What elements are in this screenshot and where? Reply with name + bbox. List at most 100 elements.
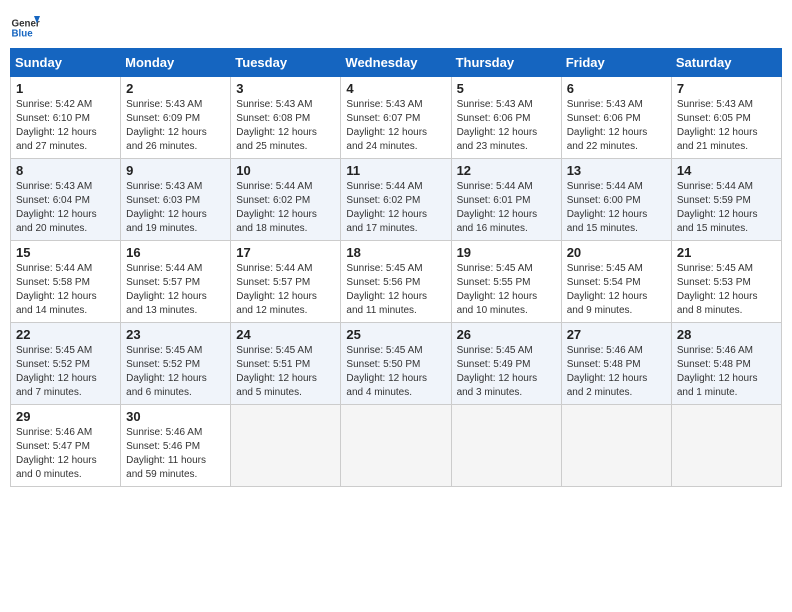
calendar-cell: 28 Sunrise: 5:46 AM Sunset: 5:48 PM Dayli… (671, 323, 781, 405)
calendar-cell (341, 405, 451, 487)
cell-info: Sunrise: 5:46 AM Sunset: 5:48 PM Dayligh… (677, 344, 776, 400)
cell-info: Sunrise: 5:44 AM Sunset: 5:57 PM Dayligh… (236, 262, 335, 318)
cell-info: Sunrise: 5:42 AM Sunset: 6:10 PM Dayligh… (16, 98, 115, 154)
cell-info: Sunrise: 5:44 AM Sunset: 6:02 PM Dayligh… (346, 180, 445, 236)
calendar-cell (561, 405, 671, 487)
day-number: 27 (567, 327, 666, 342)
week-row-5: 29 Sunrise: 5:46 AM Sunset: 5:47 PM Dayli… (11, 405, 782, 487)
cell-info: Sunrise: 5:46 AM Sunset: 5:47 PM Dayligh… (16, 426, 115, 482)
cell-info: Sunrise: 5:45 AM Sunset: 5:50 PM Dayligh… (346, 344, 445, 400)
calendar-cell: 9 Sunrise: 5:43 AM Sunset: 6:03 PM Daylig… (121, 159, 231, 241)
col-header-saturday: Saturday (671, 49, 781, 77)
col-header-thursday: Thursday (451, 49, 561, 77)
column-headers: SundayMondayTuesdayWednesdayThursdayFrid… (11, 49, 782, 77)
cell-info: Sunrise: 5:43 AM Sunset: 6:04 PM Dayligh… (16, 180, 115, 236)
day-number: 9 (126, 163, 225, 178)
week-row-3: 15 Sunrise: 5:44 AM Sunset: 5:58 PM Dayli… (11, 241, 782, 323)
calendar-cell: 10 Sunrise: 5:44 AM Sunset: 6:02 PM Dayli… (231, 159, 341, 241)
calendar-cell: 17 Sunrise: 5:44 AM Sunset: 5:57 PM Dayli… (231, 241, 341, 323)
calendar-cell: 30 Sunrise: 5:46 AM Sunset: 5:46 PM Dayli… (121, 405, 231, 487)
svg-text:Blue: Blue (12, 28, 34, 39)
cell-info: Sunrise: 5:43 AM Sunset: 6:09 PM Dayligh… (126, 98, 225, 154)
cell-info: Sunrise: 5:44 AM Sunset: 6:01 PM Dayligh… (457, 180, 556, 236)
calendar-cell: 7Sunrise: 5:43 AM Sunset: 6:05 PM Daylig… (671, 77, 781, 159)
calendar-cell: 22Sunrise: 5:45 AM Sunset: 5:52 PM Dayli… (11, 323, 121, 405)
cell-info: Sunrise: 5:43 AM Sunset: 6:05 PM Dayligh… (677, 98, 776, 154)
day-number: 10 (236, 163, 335, 178)
cell-info: Sunrise: 5:44 AM Sunset: 5:59 PM Dayligh… (677, 180, 776, 236)
calendar-cell: 5 Sunrise: 5:43 AM Sunset: 6:06 PM Daylig… (451, 77, 561, 159)
cell-info: Sunrise: 5:45 AM Sunset: 5:52 PM Dayligh… (126, 344, 225, 400)
cell-info: Sunrise: 5:45 AM Sunset: 5:49 PM Dayligh… (457, 344, 556, 400)
calendar-cell: 20 Sunrise: 5:45 AM Sunset: 5:54 PM Dayli… (561, 241, 671, 323)
calendar-cell: 4Sunrise: 5:43 AM Sunset: 6:07 PM Daylig… (341, 77, 451, 159)
calendar-cell: 6 Sunrise: 5:43 AM Sunset: 6:06 PM Daylig… (561, 77, 671, 159)
calendar-cell: 24 Sunrise: 5:45 AM Sunset: 5:51 PM Dayli… (231, 323, 341, 405)
cell-info: Sunrise: 5:44 AM Sunset: 6:02 PM Dayligh… (236, 180, 335, 236)
day-number: 3 (236, 81, 335, 96)
day-number: 19 (457, 245, 556, 260)
day-number: 15 (16, 245, 115, 260)
calendar-cell: 15 Sunrise: 5:44 AM Sunset: 5:58 PM Dayli… (11, 241, 121, 323)
col-header-monday: Monday (121, 49, 231, 77)
calendar-cell: 29 Sunrise: 5:46 AM Sunset: 5:47 PM Dayli… (11, 405, 121, 487)
day-number: 2 (126, 81, 225, 96)
calendar-cell (671, 405, 781, 487)
day-number: 28 (677, 327, 776, 342)
day-number: 1 (16, 81, 115, 96)
day-number: 24 (236, 327, 335, 342)
cell-info: Sunrise: 5:45 AM Sunset: 5:54 PM Dayligh… (567, 262, 666, 318)
day-number: 5 (457, 81, 556, 96)
day-number: 14 (677, 163, 776, 178)
calendar-cell: 18Sunrise: 5:45 AM Sunset: 5:56 PM Dayli… (341, 241, 451, 323)
calendar-cell: 14 Sunrise: 5:44 AM Sunset: 5:59 PM Dayli… (671, 159, 781, 241)
day-number: 6 (567, 81, 666, 96)
calendar-cell: 8 Sunrise: 5:43 AM Sunset: 6:04 PM Daylig… (11, 159, 121, 241)
calendar-cell: 2 Sunrise: 5:43 AM Sunset: 6:09 PM Daylig… (121, 77, 231, 159)
cell-info: Sunrise: 5:45 AM Sunset: 5:51 PM Dayligh… (236, 344, 335, 400)
cell-info: Sunrise: 5:43 AM Sunset: 6:03 PM Dayligh… (126, 180, 225, 236)
calendar-cell (231, 405, 341, 487)
header: General Blue (10, 10, 782, 40)
calendar-table: SundayMondayTuesdayWednesdayThursdayFrid… (10, 48, 782, 487)
day-number: 16 (126, 245, 225, 260)
day-number: 8 (16, 163, 115, 178)
col-header-sunday: Sunday (11, 49, 121, 77)
calendar-cell: 19 Sunrise: 5:45 AM Sunset: 5:55 PM Dayli… (451, 241, 561, 323)
cell-info: Sunrise: 5:43 AM Sunset: 6:08 PM Dayligh… (236, 98, 335, 154)
day-number: 17 (236, 245, 335, 260)
day-number: 18 (346, 245, 445, 260)
calendar-cell: 26Sunrise: 5:45 AM Sunset: 5:49 PM Dayli… (451, 323, 561, 405)
cell-info: Sunrise: 5:44 AM Sunset: 5:57 PM Dayligh… (126, 262, 225, 318)
week-row-1: 1 Sunrise: 5:42 AM Sunset: 6:10 PM Daylig… (11, 77, 782, 159)
cell-info: Sunrise: 5:45 AM Sunset: 5:55 PM Dayligh… (457, 262, 556, 318)
calendar-cell: 21 Sunrise: 5:45 AM Sunset: 5:53 PM Dayli… (671, 241, 781, 323)
day-number: 29 (16, 409, 115, 424)
calendar-cell: 13 Sunrise: 5:44 AM Sunset: 6:00 PM Dayli… (561, 159, 671, 241)
calendar-cell: 25 Sunrise: 5:45 AM Sunset: 5:50 PM Dayli… (341, 323, 451, 405)
day-number: 30 (126, 409, 225, 424)
calendar-cell: 3 Sunrise: 5:43 AM Sunset: 6:08 PM Daylig… (231, 77, 341, 159)
cell-info: Sunrise: 5:45 AM Sunset: 5:53 PM Dayligh… (677, 262, 776, 318)
calendar-cell: 23 Sunrise: 5:45 AM Sunset: 5:52 PM Dayli… (121, 323, 231, 405)
col-header-friday: Friday (561, 49, 671, 77)
cell-info: Sunrise: 5:43 AM Sunset: 6:06 PM Dayligh… (457, 98, 556, 154)
day-number: 25 (346, 327, 445, 342)
day-number: 13 (567, 163, 666, 178)
calendar-cell: 12Sunrise: 5:44 AM Sunset: 6:01 PM Dayli… (451, 159, 561, 241)
cell-info: Sunrise: 5:45 AM Sunset: 5:52 PM Dayligh… (16, 344, 115, 400)
cell-info: Sunrise: 5:43 AM Sunset: 6:06 PM Dayligh… (567, 98, 666, 154)
day-number: 23 (126, 327, 225, 342)
calendar-cell (451, 405, 561, 487)
cell-info: Sunrise: 5:44 AM Sunset: 5:58 PM Dayligh… (16, 262, 115, 318)
cell-info: Sunrise: 5:43 AM Sunset: 6:07 PM Dayligh… (346, 98, 445, 154)
day-number: 11 (346, 163, 445, 178)
calendar-cell: 1 Sunrise: 5:42 AM Sunset: 6:10 PM Daylig… (11, 77, 121, 159)
day-number: 21 (677, 245, 776, 260)
day-number: 20 (567, 245, 666, 260)
calendar-cell: 16 Sunrise: 5:44 AM Sunset: 5:57 PM Dayli… (121, 241, 231, 323)
cell-info: Sunrise: 5:46 AM Sunset: 5:46 PM Dayligh… (126, 426, 225, 482)
calendar-cell: 27Sunrise: 5:46 AM Sunset: 5:48 PM Dayli… (561, 323, 671, 405)
cell-info: Sunrise: 5:44 AM Sunset: 6:00 PM Dayligh… (567, 180, 666, 236)
col-header-tuesday: Tuesday (231, 49, 341, 77)
